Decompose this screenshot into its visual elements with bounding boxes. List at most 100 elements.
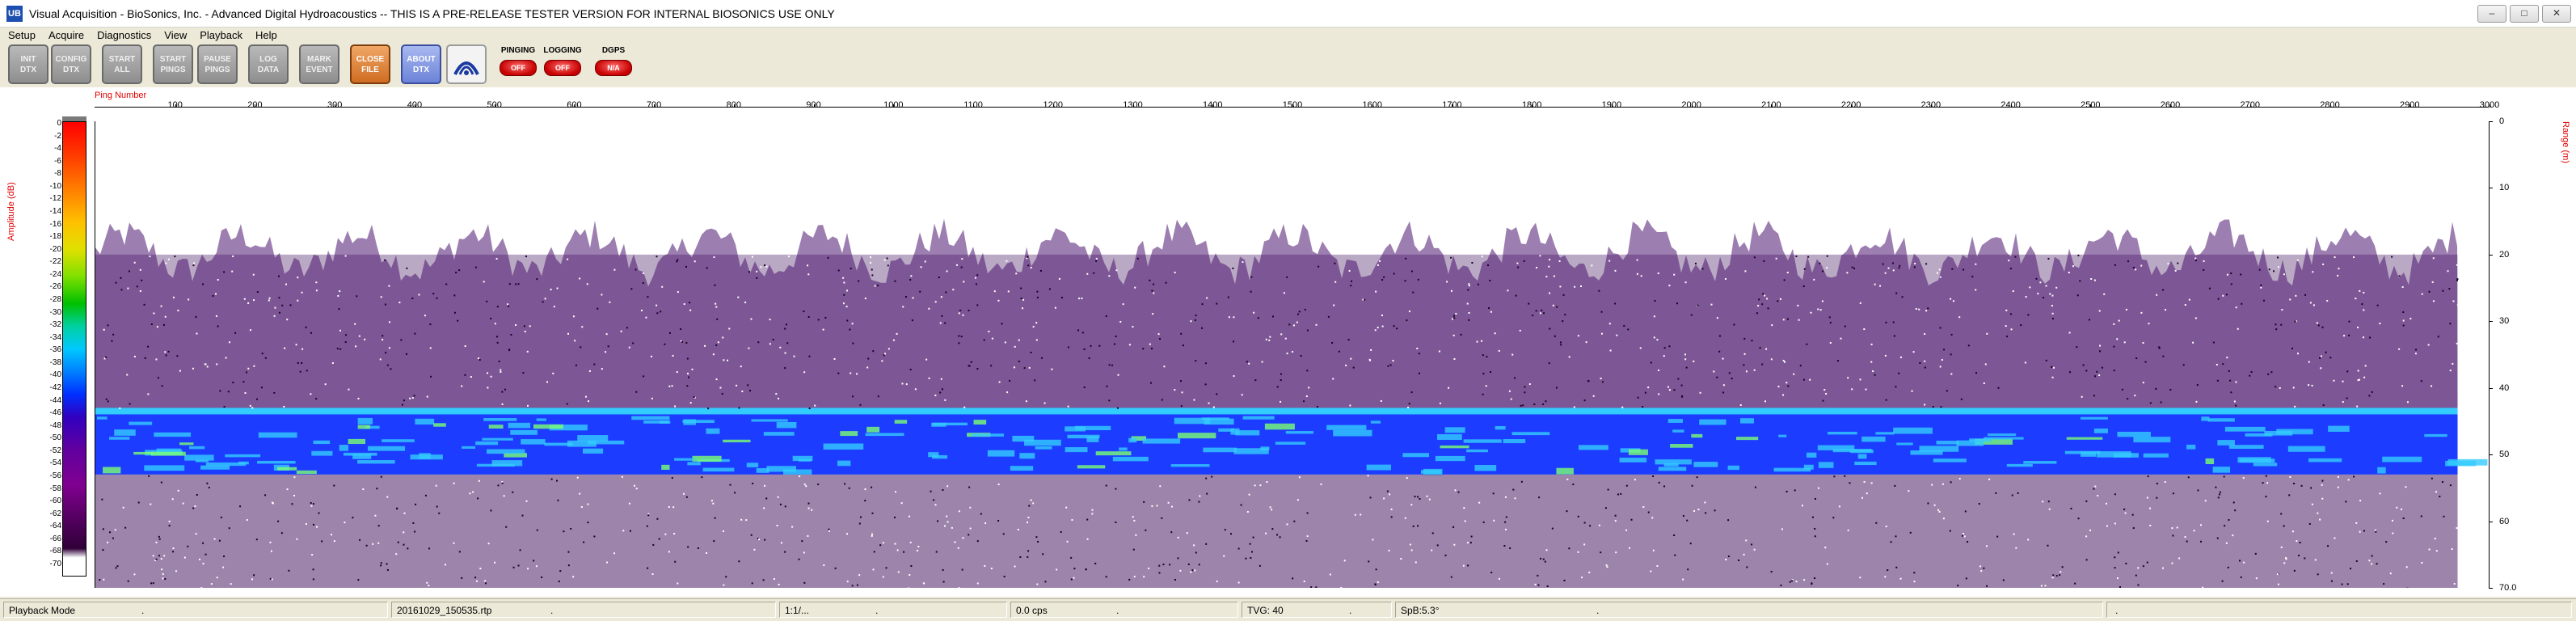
- menu-view[interactable]: View: [164, 29, 187, 41]
- speckle: [1937, 509, 1940, 511]
- speckle: [668, 332, 671, 334]
- speckle: [2356, 405, 2359, 408]
- speckle: [2055, 286, 2058, 289]
- echogram-panel[interactable]: Ping Number Amplitude (dB) Range (m) 0 -2…: [0, 87, 2576, 597]
- speckle: [647, 514, 650, 517]
- layer-streak: [491, 460, 523, 467]
- layer-streak: [2096, 451, 2131, 458]
- layer-streak: [533, 424, 563, 429]
- start-all-button[interactable]: START ALL: [102, 44, 142, 84]
- speckle: [1777, 300, 1779, 302]
- speckle: [960, 266, 963, 268]
- layer-streak: [1691, 433, 1703, 438]
- speckle: [2291, 530, 2294, 533]
- amplitude-tick-label: -4: [54, 144, 61, 154]
- speckle: [388, 285, 390, 287]
- speckle: [1091, 513, 1094, 515]
- layer-streak: [2224, 426, 2266, 432]
- speckle: [920, 266, 922, 268]
- speckle: [1158, 572, 1161, 574]
- speckle: [299, 370, 301, 373]
- speckle: [2353, 256, 2355, 259]
- speckle: [162, 577, 164, 580]
- layer-streak: [2080, 416, 2108, 420]
- speckle: [1825, 392, 1828, 395]
- layer-streak: [1699, 419, 1726, 425]
- menu-acquire[interactable]: Acquire: [48, 29, 84, 41]
- biosonics-logo-icon[interactable]: [446, 44, 487, 84]
- layer-streak: [674, 458, 694, 461]
- menu-setup[interactable]: Setup: [8, 29, 36, 41]
- ping-tick-mark: [2010, 104, 2012, 108]
- menu-diagnostics[interactable]: Diagnostics: [97, 29, 151, 41]
- speckle: [2447, 270, 2449, 272]
- speckle: [1621, 406, 1624, 408]
- speckle: [1859, 302, 1861, 304]
- speckle: [772, 338, 774, 340]
- speckle: [1668, 285, 1671, 287]
- log-data-button[interactable]: LOG DATA: [248, 44, 289, 84]
- speckle: [2051, 318, 2054, 320]
- layer-streak: [521, 439, 546, 445]
- speckle: [894, 543, 896, 545]
- amplitude-colorbar[interactable]: [62, 121, 86, 577]
- speckle: [461, 385, 463, 387]
- layer-streak: [723, 439, 751, 443]
- mark-event-button[interactable]: MARK EVENT: [299, 44, 339, 84]
- speckle: [1863, 328, 1866, 331]
- speckle: [2398, 275, 2401, 277]
- speckle: [120, 289, 123, 291]
- speckle: [750, 534, 753, 536]
- menu-help[interactable]: Help: [255, 29, 277, 41]
- speckle: [2233, 400, 2236, 403]
- speckle: [557, 499, 559, 501]
- speckle: [2187, 476, 2190, 479]
- speckle: [2203, 260, 2205, 262]
- speckle: [1070, 556, 1073, 559]
- close-button[interactable]: ✕: [2542, 5, 2571, 23]
- minimize-button[interactable]: –: [2477, 5, 2506, 23]
- speckle: [1128, 578, 1131, 581]
- init-dtx-button[interactable]: INIT DTX: [8, 44, 48, 84]
- speckle: [1386, 490, 1389, 492]
- speckle: [1691, 484, 1693, 487]
- speckle: [1697, 508, 1700, 510]
- echogram-plot[interactable]: [95, 121, 2488, 588]
- speckle: [980, 513, 982, 515]
- speckle: [1494, 332, 1496, 335]
- layer-streak: [313, 440, 331, 445]
- speckle: [107, 541, 109, 543]
- ping-tick-mark: [2329, 104, 2331, 108]
- speckle: [119, 407, 121, 409]
- speckle: [2149, 507, 2152, 509]
- speckle: [291, 503, 293, 505]
- speckle: [601, 368, 603, 370]
- speckle: [1761, 303, 1764, 306]
- speckle: [2085, 559, 2088, 561]
- about-dtx-button[interactable]: ABOUT DTX: [401, 44, 441, 84]
- config-dtx-button[interactable]: CONFIG DTX: [51, 44, 91, 84]
- speckle: [877, 395, 879, 398]
- speckle: [1406, 319, 1408, 322]
- speckle: [1924, 360, 1926, 362]
- menu-playback[interactable]: Playback: [200, 29, 242, 41]
- start-pings-button[interactable]: START PINGS: [153, 44, 193, 84]
- speckle: [1566, 510, 1568, 513]
- speckle: [785, 323, 787, 326]
- speckle: [672, 354, 674, 357]
- speckle: [2142, 342, 2144, 344]
- speckle: [750, 318, 753, 320]
- speckle: [1351, 280, 1353, 282]
- speckle: [432, 293, 435, 295]
- bottom-layer-top-edge: [95, 408, 2458, 415]
- speckle: [1814, 577, 1816, 580]
- maximize-button[interactable]: □: [2510, 5, 2539, 23]
- amplitude-tick-label: -38: [49, 357, 61, 367]
- pause-pings-button[interactable]: PAUSE PINGS: [197, 44, 238, 84]
- close-file-button[interactable]: CLOSE FILE: [350, 44, 390, 84]
- speckle: [107, 400, 109, 403]
- speckle: [715, 344, 718, 346]
- speckle: [2402, 311, 2405, 314]
- speckle: [1460, 333, 1462, 336]
- speckle: [1931, 484, 1933, 486]
